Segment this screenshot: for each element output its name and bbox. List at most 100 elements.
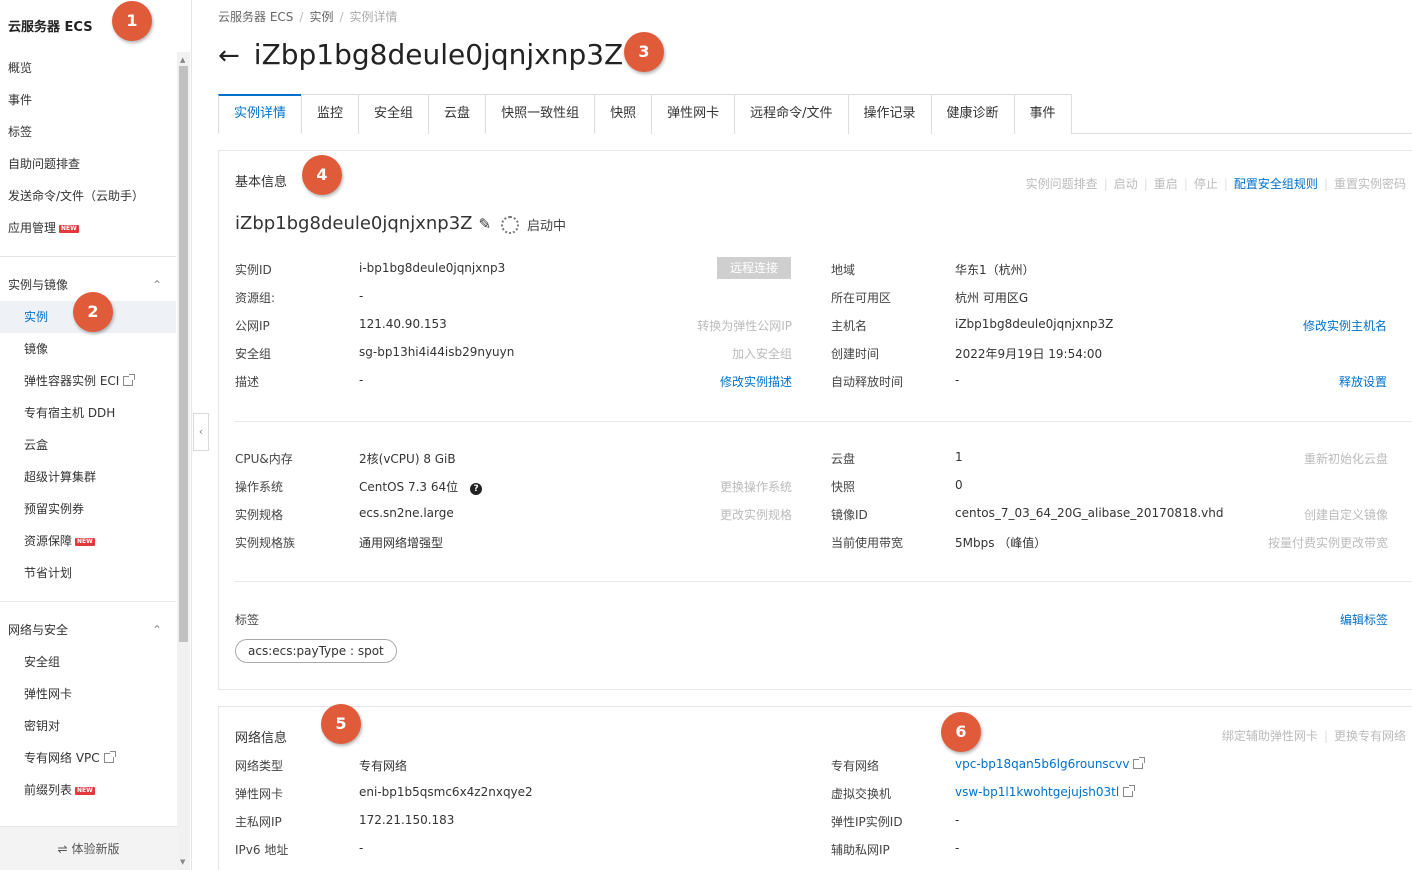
sidebar-group-network-security[interactable]: 网络与安全 ⌃ (0, 614, 176, 646)
tab-remote-command[interactable]: 远程命令/文件 (734, 94, 849, 134)
change-instance-type-button[interactable]: 更改实例规格 (720, 506, 792, 523)
tab-monitoring[interactable]: 监控 (301, 94, 360, 134)
external-link-icon (123, 374, 136, 386)
sidebar-item-ddh[interactable]: 专有宿主机 DDH (0, 397, 176, 429)
sidebar-item-vpc[interactable]: 专有网络 VPC (0, 742, 176, 774)
sidebar-item-security-groups[interactable]: 安全组 (0, 646, 176, 678)
chevron-up-icon[interactable]: ⌃ (152, 269, 162, 301)
sidebar-item-prefix-lists[interactable]: 前缀列表 NEW (0, 774, 176, 806)
start-button[interactable]: 启动 (1114, 177, 1138, 191)
disks-count-link[interactable]: 1 (955, 450, 963, 464)
tab-disks[interactable]: 云盘 (428, 94, 487, 134)
tab-security-groups[interactable]: 安全组 (358, 94, 430, 134)
hostname-value: iZbp1bg8deule0jqnjxnp3Z (955, 317, 1114, 331)
create-custom-image-button[interactable]: 创建自定义镜像 (1304, 506, 1388, 523)
scroll-up-icon[interactable]: ▲ (180, 56, 185, 64)
tab-health-diagnosis[interactable]: 健康诊断 (930, 94, 1015, 134)
sidebar-item-eni[interactable]: 弹性网卡 (0, 678, 176, 710)
help-icon[interactable]: ? (470, 483, 483, 495)
reset-password-button[interactable]: 重置实例密码 (1334, 177, 1406, 191)
external-link-icon[interactable] (1123, 785, 1136, 797)
vswitch-link[interactable]: vsw-bp1l1kwohtgejujsh03tl (955, 785, 1119, 799)
tab-snapshots[interactable]: 快照 (594, 94, 653, 134)
tab-operation-records[interactable]: 操作记录 (847, 94, 932, 134)
tab-events[interactable]: 事件 (1013, 94, 1072, 134)
field-label: 实例ID (235, 263, 272, 277)
sidebar-item-reserved-instances[interactable]: 预留实例券 (0, 493, 176, 525)
sidebar-scrollbar[interactable]: ▲ ▼ (177, 52, 190, 870)
sidebar-item-resource-assurance[interactable]: 资源保障 NEW (0, 525, 176, 557)
os-value: CentOS 7.3 64位? (359, 478, 483, 495)
sidebar-item-cloud-box[interactable]: 云盒 (0, 429, 176, 461)
sidebar-item-app-management[interactable]: 应用管理 NEW (0, 212, 176, 244)
field-label: 主机名 (831, 319, 868, 333)
collapse-sidebar-icon[interactable]: ‹ (193, 413, 209, 451)
edit-icon[interactable]: ✎ (478, 215, 491, 233)
breadcrumb-ecs[interactable]: 云服务器 ECS (218, 10, 293, 24)
row-eip-id: 弹性IP实例ID - (831, 813, 1387, 833)
sidebar-item-eci[interactable]: 弹性容器实例 ECI (0, 365, 176, 397)
tab-snapshot-consistency-groups[interactable]: 快照一致性组 (485, 94, 596, 134)
field-label: 地域 (831, 263, 856, 277)
edit-tags-button[interactable]: 编辑标签 (1340, 611, 1388, 628)
tags-label: 标签 (235, 613, 260, 627)
loading-spinner-icon (501, 216, 519, 234)
vswitch-value: vsw-bp1l1kwohtgejujsh03tl (955, 785, 1136, 799)
snapshots-count-link[interactable]: 0 (955, 478, 963, 492)
sidebar-item-events[interactable]: 事件 (0, 84, 176, 116)
sidebar: 云服务器 ECS 概览 事件 标签 自助问题排查 发送命令/文件（云助手） 应用… (0, 0, 192, 870)
join-security-group-button[interactable]: 加入安全组 (732, 345, 792, 362)
restart-button[interactable]: 重启 (1154, 177, 1178, 191)
action-separator: | (1183, 177, 1188, 191)
release-settings-button[interactable]: 释放设置 (1339, 373, 1387, 390)
bind-secondary-eni-button[interactable]: 绑定辅助弹性网卡 (1222, 729, 1318, 743)
change-bandwidth-button[interactable]: 按量付费实例更改带宽 (1268, 534, 1388, 551)
troubleshoot-button[interactable]: 实例问题排查 (1026, 177, 1098, 191)
sidebar-item-images[interactable]: 镜像 (0, 333, 176, 365)
stop-button[interactable]: 停止 (1194, 177, 1218, 191)
sidebar-brand[interactable]: 云服务器 ECS (8, 16, 93, 35)
sidebar-item-tags[interactable]: 标签 (0, 116, 176, 148)
remote-connect-button[interactable]: 远程连接 (717, 257, 791, 279)
field-label: 资源组: (235, 291, 276, 305)
auto-release-value: - (955, 373, 960, 387)
field-label: IPv6 地址 (235, 843, 289, 857)
sidebar-item-key-pairs[interactable]: 密钥对 (0, 710, 176, 742)
configure-security-rules-button[interactable]: 配置安全组规则 (1234, 177, 1318, 191)
scroll-down-icon[interactable]: ▼ (180, 858, 185, 866)
sidebar-item-savings-plan[interactable]: 节省计划 (0, 557, 176, 589)
edit-description-button[interactable]: 修改实例描述 (720, 373, 792, 390)
action-separator: | (1323, 729, 1328, 743)
row-instance-type: 实例规格 ecs.sn2ne.large 更改实例规格 (235, 506, 792, 526)
chevron-up-icon[interactable]: ⌃ (152, 614, 162, 646)
try-new-version-button[interactable]: ⇌ 体验新版 (0, 826, 177, 870)
back-arrow-icon[interactable]: ← (218, 41, 240, 71)
breadcrumb-instances[interactable]: 实例 (309, 10, 333, 24)
row-os: 操作系统 CentOS 7.3 64位? 更换操作系统 (235, 478, 792, 498)
sidebar-item-overview[interactable]: 概览 (0, 52, 176, 84)
secondary-private-ip-value: - (955, 841, 960, 855)
row-disks: 云盘 1 重新初始化云盘 (831, 450, 1388, 470)
field-label: 网络类型 (235, 759, 284, 773)
sidebar-divider (0, 601, 176, 602)
security-group-link[interactable]: sg-bp13hi4i44isb29nyuyn (359, 345, 514, 359)
field-label: CPU&内存 (235, 452, 293, 466)
eni-link[interactable]: eni-bp1b5qsmc6x4z2nxqye2 (359, 785, 533, 799)
vpc-link[interactable]: vpc-bp18qan5b6lg6rounscvv (955, 757, 1129, 771)
field-label: 公网IP (235, 319, 270, 333)
external-link-icon[interactable] (1133, 757, 1146, 769)
convert-eip-button[interactable]: 转换为弹性公网IP (697, 317, 792, 334)
row-zone: 所在可用区 杭州 可用区G (831, 289, 1387, 309)
change-vpc-button[interactable]: 更换专有网络 (1334, 729, 1406, 743)
tag-pill[interactable]: acs:ecs:payType : spot (235, 639, 397, 663)
instance-type-link[interactable]: ecs.sn2ne.large (359, 506, 454, 520)
edit-hostname-button[interactable]: 修改实例主机名 (1303, 317, 1387, 334)
sidebar-item-send-command[interactable]: 发送命令/文件（云助手） (0, 180, 176, 212)
scrollbar-thumb[interactable] (179, 66, 188, 642)
tab-eni[interactable]: 弹性网卡 (651, 94, 736, 134)
sidebar-item-super-computing[interactable]: 超级计算集群 (0, 461, 176, 493)
reinit-disk-button[interactable]: 重新初始化云盘 (1304, 450, 1388, 467)
change-os-button[interactable]: 更换操作系统 (720, 478, 792, 495)
tab-instance-details[interactable]: 实例详情 (218, 94, 303, 134)
sidebar-item-troubleshoot[interactable]: 自助问题排查 (0, 148, 176, 180)
